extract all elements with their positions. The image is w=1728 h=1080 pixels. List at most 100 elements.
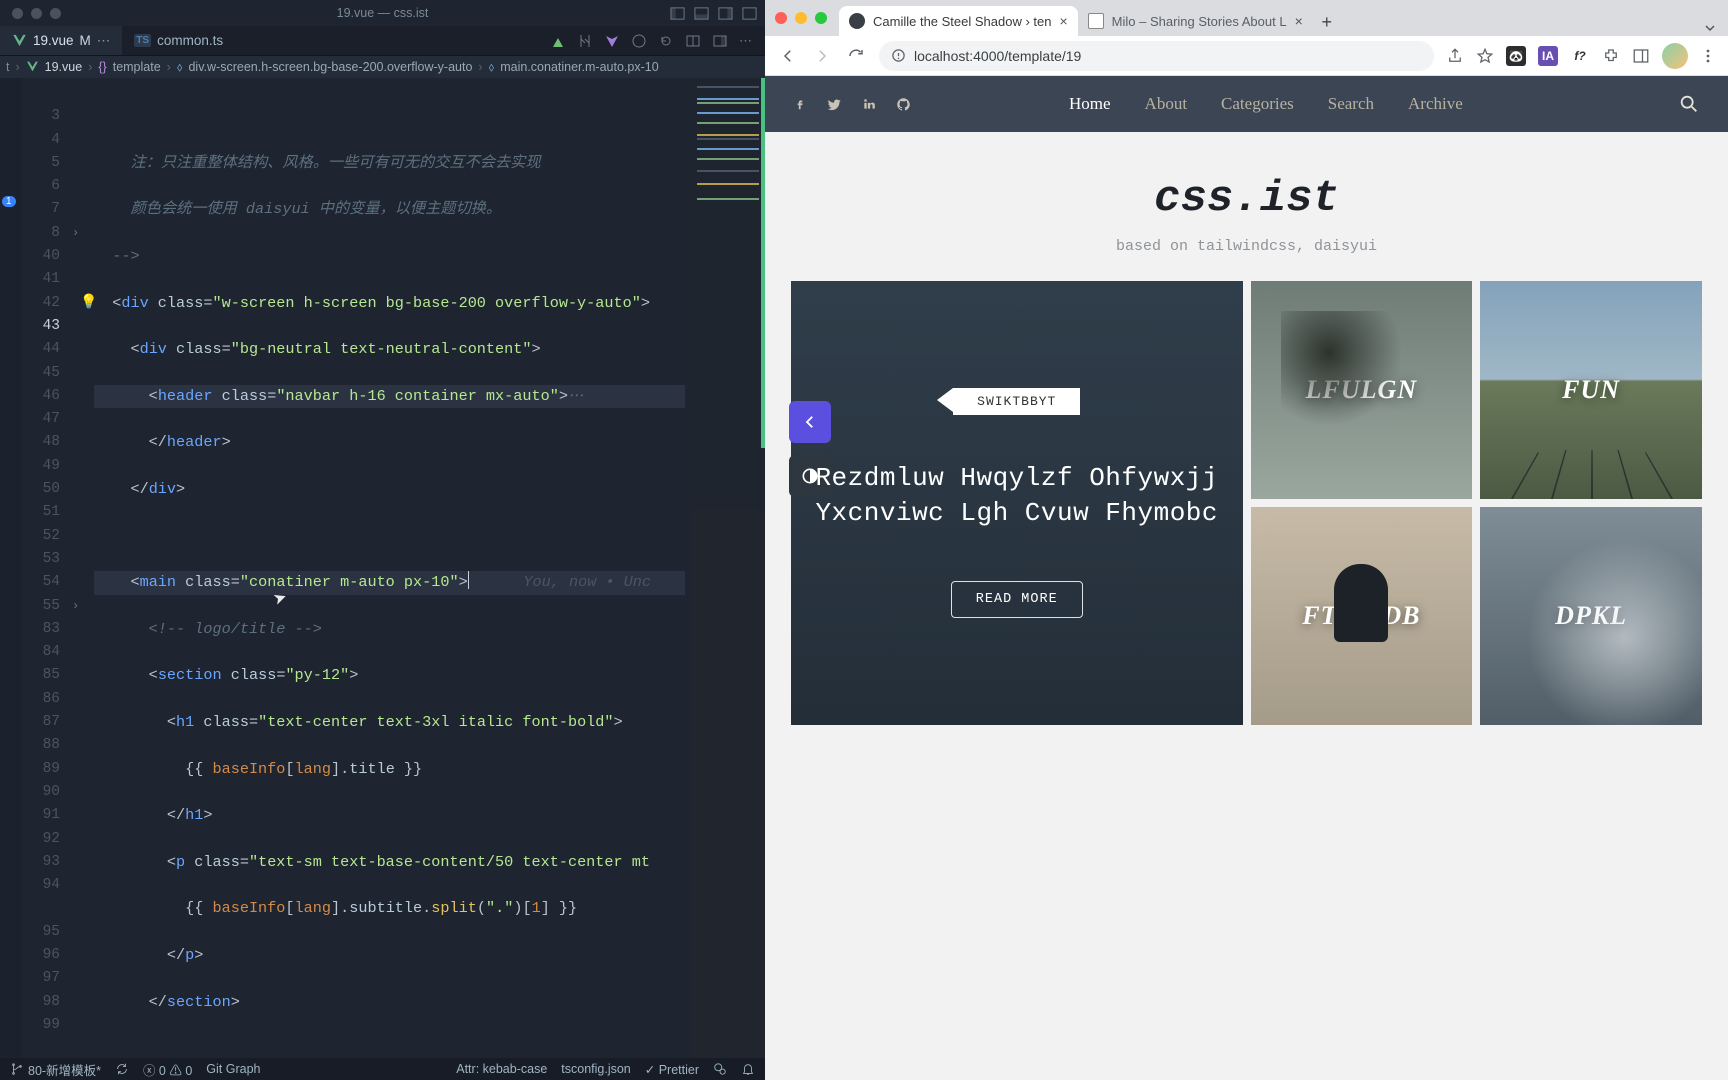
vue-file-icon [12, 33, 27, 48]
more-icon[interactable]: ⋯ [739, 33, 755, 49]
side-panel-icon[interactable] [1632, 47, 1650, 65]
nav-home[interactable]: Home [1069, 94, 1111, 114]
mac-traffic-lights [775, 12, 827, 24]
read-more-button[interactable]: READ MORE [951, 581, 1083, 618]
fold-gutter: › › [72, 82, 90, 618]
chevron-right-icon: › [167, 60, 171, 74]
layout-sidebar-right-icon[interactable] [718, 6, 733, 21]
extension-icon[interactable]: f? [1570, 46, 1590, 66]
mac-max-dot[interactable] [815, 12, 827, 24]
crumb[interactable]: 19.vue [45, 60, 83, 74]
layout-panel-icon[interactable] [694, 6, 709, 21]
chevron-right-icon: › [478, 60, 482, 74]
grid-tile[interactable]: FUN [1480, 281, 1702, 499]
preview-icon[interactable] [712, 33, 728, 49]
image-grid: SWIKTBBYT Rezdmluw Hwqylzf Ohfywxjj Yxcn… [765, 281, 1728, 725]
run-icon[interactable] [631, 33, 647, 49]
main-nav: Home About Categories Search Archive [1069, 94, 1463, 114]
tab-close-icon[interactable]: ⋯ [97, 33, 111, 49]
profile-avatar[interactable] [1662, 43, 1688, 69]
mac-close-dot[interactable] [775, 12, 787, 24]
browser-tab-active[interactable]: Camille the Steel Shadow › ten × [839, 6, 1078, 36]
crumb[interactable]: t [6, 60, 9, 74]
extension-icon[interactable]: IA [1538, 46, 1558, 66]
grid-tile[interactable]: LFULGN [1251, 281, 1473, 499]
revert-icon[interactable] [658, 33, 674, 49]
feature-headline: Rezdmluw Hwqylzf Ohfywxjj Yxcnviwc Lgh C… [791, 461, 1243, 531]
page-content: Home About Categories Search Archive css… [765, 76, 1728, 1080]
bookmark-star-icon[interactable] [1476, 47, 1494, 65]
git-blame-inline: You, now • Unc [523, 573, 651, 591]
vscode-window: 19.vue — css.ist [0, 0, 765, 1080]
reload-button[interactable] [845, 45, 867, 67]
split-icon[interactable] [685, 33, 701, 49]
carousel-prev-button[interactable] [789, 401, 831, 443]
nav-categories[interactable]: Categories [1221, 94, 1294, 114]
tab-label: common.ts [157, 33, 223, 48]
crumb[interactable]: template [113, 60, 161, 74]
crumb[interactable]: div.w-screen.h-screen.bg-base-200.overfl… [188, 60, 472, 74]
twitter-icon[interactable] [827, 97, 842, 112]
editor[interactable]: 1 345 678 404142 434445 464748 495051 52… [0, 78, 765, 1058]
git-branch-status[interactable]: 80-新增模板* [10, 1060, 101, 1079]
activity-bar: 1 [0, 78, 22, 1058]
chrome-tab-strip: Camille the Steel Shadow › ten × Milo – … [765, 0, 1728, 36]
scm-badge[interactable]: 1 [2, 196, 16, 207]
editor-tab-commonts[interactable]: TS common.ts [122, 26, 235, 55]
back-button[interactable] [777, 45, 799, 67]
grid-tile[interactable]: FTSJSDB [1251, 507, 1473, 725]
grid-tile[interactable]: DPKL [1480, 507, 1702, 725]
brackets-icon: {} [98, 60, 106, 74]
code-editor[interactable]: 345 678 404142 434445 464748 495051 5253… [22, 78, 765, 1058]
editor-tab-bar: 19.vue M ⋯ TS common.ts [0, 26, 765, 56]
extension-icon[interactable]: 🐼 [1506, 46, 1526, 66]
crumb[interactable]: main.conatiner.m-auto.px-10 [500, 60, 658, 74]
tile-label: DPKL [1555, 601, 1627, 631]
tile-label: FUN [1562, 375, 1620, 405]
fold-chevron-icon[interactable]: › [72, 222, 90, 245]
tab-close-icon[interactable]: × [1295, 13, 1303, 29]
favicon-icon [849, 13, 865, 29]
tag-icon-small: ⬨ [177, 60, 183, 75]
chrome-menu-icon[interactable] [1700, 48, 1716, 64]
fold-chevron-icon[interactable]: › [72, 595, 90, 618]
code-content[interactable]: 注：只注重整体结构、风格。一些可有可无的交互不会去实现 颜色会统一使用 dais… [94, 82, 685, 1080]
feature-card[interactable]: SWIKTBBYT Rezdmluw Hwqylzf Ohfywxjj Yxcn… [791, 281, 1243, 725]
layout-customize-icon[interactable] [742, 6, 757, 21]
favicon-icon [1088, 13, 1104, 29]
forward-button[interactable] [811, 45, 833, 67]
feedback-icon[interactable] [713, 1062, 727, 1076]
nav-archive[interactable]: Archive [1408, 94, 1463, 114]
compare-icon[interactable] [577, 33, 593, 49]
linkedin-icon[interactable] [862, 97, 876, 112]
extensions-puzzle-icon[interactable] [1602, 47, 1620, 65]
share-icon[interactable] [1446, 47, 1464, 65]
bell-icon[interactable] [741, 1062, 755, 1076]
nav-search[interactable]: Search [1328, 94, 1374, 114]
chevron-down-icon[interactable] [1702, 20, 1718, 36]
address-bar[interactable]: localhost:4000/template/19 [879, 41, 1434, 71]
mac-min-dot[interactable] [795, 12, 807, 24]
site-info-icon[interactable] [891, 48, 906, 63]
github-icon[interactable] [896, 97, 911, 112]
social-links [793, 97, 911, 112]
new-tab-button[interactable]: + [1313, 8, 1341, 36]
tab-title: Milo – Sharing Stories About L [1112, 14, 1287, 29]
line-number-gutter: 345 678 404142 434445 464748 495051 5253… [22, 82, 70, 1060]
breadcrumb[interactable]: t › 19.vue › {} template › ⬨ div.w-scree… [0, 56, 765, 78]
tab-close-icon[interactable]: × [1059, 13, 1067, 29]
browser-tab[interactable]: Milo – Sharing Stories About L × [1078, 6, 1313, 36]
facebook-icon[interactable] [793, 97, 807, 112]
category-pill[interactable]: SWIKTBBYT [953, 388, 1080, 415]
editor-tab-19vue[interactable]: 19.vue M ⋯ [0, 26, 122, 55]
browser-toolbar: localhost:4000/template/19 🐼 IA f? [765, 36, 1728, 76]
tile-label: FTSJSDB [1302, 601, 1420, 631]
nav-about[interactable]: About [1145, 94, 1188, 114]
layout-sidebar-left-icon[interactable] [670, 6, 685, 21]
site-title: css.ist [765, 174, 1728, 224]
vite-icon[interactable] [604, 33, 620, 49]
save-all-icon[interactable] [550, 33, 566, 49]
ts-file-icon: TS [134, 34, 151, 47]
search-icon[interactable] [1678, 93, 1700, 115]
minimap[interactable] [691, 78, 765, 1058]
